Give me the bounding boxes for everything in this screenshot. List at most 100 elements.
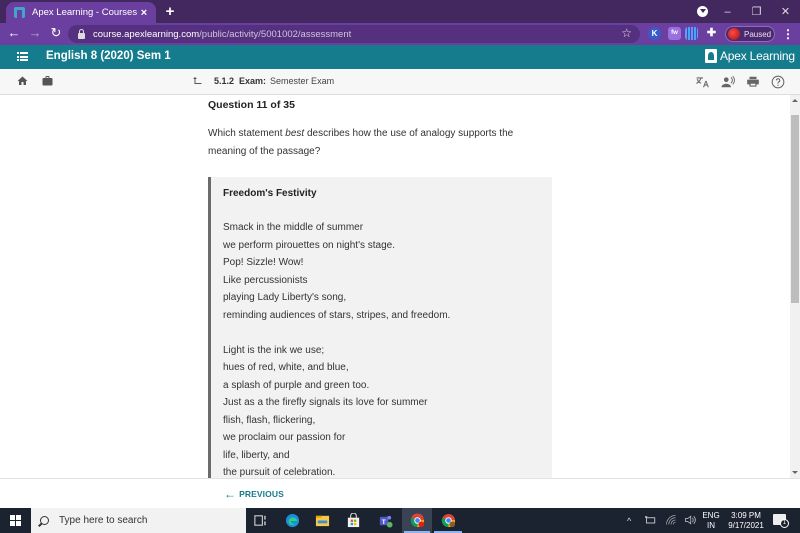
restore-button[interactable]: ❐ [742,5,771,18]
poem-line: life, liberty, and [223,449,290,461]
activity-title: Semester Exam [270,76,335,86]
windows-taskbar: Type here to search T ^ ENG IN 3:09 PM 9… [0,508,800,533]
activity-number: 5.1.2 [214,76,235,86]
region-code: IN [707,521,715,530]
prompt-text-start: Which statement [208,128,286,139]
page-scrollbar[interactable] [790,95,800,478]
poem-line: Just as a the firefly signals its love f… [223,397,428,408]
extension-fw-icon[interactable]: fw [668,27,681,40]
windows-start-icon[interactable] [10,515,21,526]
poem-line: Light is the ink we use; [223,344,325,356]
breadcrumb: 5.1.2 Exam: Semester Exam [192,75,334,87]
poem-line: we perform pirouettes on night's stage. [223,239,396,251]
scroll-down-arrow-icon[interactable] [792,471,798,474]
passage-box: Freedom's Festivity Smack in the middle … [208,177,552,478]
poem-line: playing Lady Liberty's song, [223,292,347,303]
prompt-emphasis: best [285,128,305,139]
back-button[interactable]: ← [6,25,22,40]
home-icon[interactable] [16,75,29,87]
show-hidden-icons-icon[interactable]: ^ [627,516,631,526]
poem-line: flish, flash, flickering, [223,414,316,426]
lock-icon[interactable] [78,28,85,39]
poem-line: hues of red, white, and blue, [223,362,349,373]
bookmark-star-icon[interactable]: ☆ [621,26,632,40]
url-text[interactable]: course.apexlearning.com/public/activity/… [93,29,351,40]
activity-nav: 5.1.2 Exam: Semester Exam [0,69,800,95]
url-path: /public/activity/5001002/assessment [199,28,352,40]
close-window-button[interactable]: ✕ [771,5,800,18]
poem-line: a splash of purple and green too. [223,379,370,391]
activity-type: Exam: [239,76,267,86]
stanza: Light is the ink we use; hues of red, wh… [223,342,552,479]
profile-status: Paused [744,29,772,39]
browser-tab[interactable]: Apex Learning - Courses × [6,2,156,23]
poem-line: reminding audiences of stars, stripes, a… [223,309,451,321]
poem-line: Like percussionists [223,274,308,286]
poem-line: we proclaim our passion for [223,432,346,443]
previous-button[interactable]: ← PREVIOUS [224,486,284,501]
question-footer: ← PREVIOUS [0,478,800,508]
file-explorer-icon[interactable] [315,513,330,528]
course-header: English 8 (2020) Sem 1 Apex Learning [0,45,800,69]
profile-avatar [728,28,740,40]
extension-grid-icon[interactable] [685,27,698,40]
taskbar-search[interactable]: Type here to search [31,508,246,533]
arrow-left-icon: ← [224,486,237,501]
help-icon[interactable] [771,75,785,89]
chrome-icon[interactable] [410,513,425,528]
extensions-puzzle-icon[interactable]: ✚ [705,27,718,40]
forward-button[interactable]: → [27,25,43,40]
chrome-profile-icon[interactable] [441,513,456,528]
poem-line: Smack in the middle of summer [223,222,364,233]
svg-text:T: T [382,519,386,526]
passage-title: Freedom's Festivity [223,188,317,199]
up-level-icon[interactable] [192,75,204,87]
minimize-button[interactable]: – [713,6,742,18]
print-icon[interactable] [746,75,760,89]
task-view-icon[interactable] [253,513,268,528]
tab-title: Apex Learning - Courses [32,7,138,18]
edge-browser-icon[interactable] [285,513,300,528]
tab-close-button[interactable]: × [138,7,150,19]
url-host: course.apexlearning.com [93,28,200,40]
notification-count: 1 [780,519,789,528]
clock-date: 9/17/2021 [728,521,764,530]
profile-button[interactable]: Paused [725,26,775,42]
volume-icon[interactable] [684,514,696,526]
translate-icon[interactable] [696,75,710,89]
menu-list-icon[interactable] [17,52,28,61]
question-header: Question 11 of 35 [208,99,295,111]
poem-line: the pursuit of celebration. [223,467,336,478]
apex-logo: Apex Learning [705,49,795,63]
poem-line: Pop! Sizzle! Wow! [223,257,304,268]
language-code: ENG [702,511,720,520]
taskbar-clock[interactable]: 3:09 PM 9/17/2021 [724,511,768,531]
scroll-thumb[interactable] [791,115,799,303]
window-controls: – ❐ ✕ [713,0,800,23]
battery-icon[interactable] [645,514,657,526]
previous-label: PREVIOUS [239,489,284,499]
briefcase-icon[interactable] [41,75,54,87]
wifi-icon[interactable] [665,514,677,526]
microsoft-store-icon[interactable] [346,513,361,528]
browser-menu-icon[interactable]: ⋮ [782,27,794,41]
input-language[interactable]: ENG IN [700,511,722,531]
taskbar-search-placeholder: Type here to search [59,515,148,526]
browser-toolbar: ← → ↻ course.apexlearning.com/public/act… [0,23,800,45]
question-prompt: Which statement best describes how the u… [208,125,528,161]
new-tab-button[interactable]: + [163,3,177,20]
scroll-up-arrow-icon[interactable] [792,99,798,102]
assessment-content: Question 11 of 35 Which statement best d… [0,95,790,478]
clock-time: 3:09 PM [731,511,761,520]
address-bar[interactable]: course.apexlearning.com/public/activity/… [68,25,640,43]
reload-button[interactable]: ↻ [48,25,64,41]
apex-brand-text: Apex Learning [720,49,795,63]
stanza: Smack in the middle of summer we perform… [223,219,552,324]
course-title: English 8 (2020) Sem 1 [46,50,171,62]
read-aloud-icon[interactable] [721,75,735,89]
extension-k-icon[interactable]: K [648,27,661,40]
apex-logo-icon [705,49,717,63]
teams-icon[interactable]: T [378,513,393,528]
tab-search-icon[interactable] [697,6,708,17]
action-center-icon[interactable]: 1 [773,514,789,528]
